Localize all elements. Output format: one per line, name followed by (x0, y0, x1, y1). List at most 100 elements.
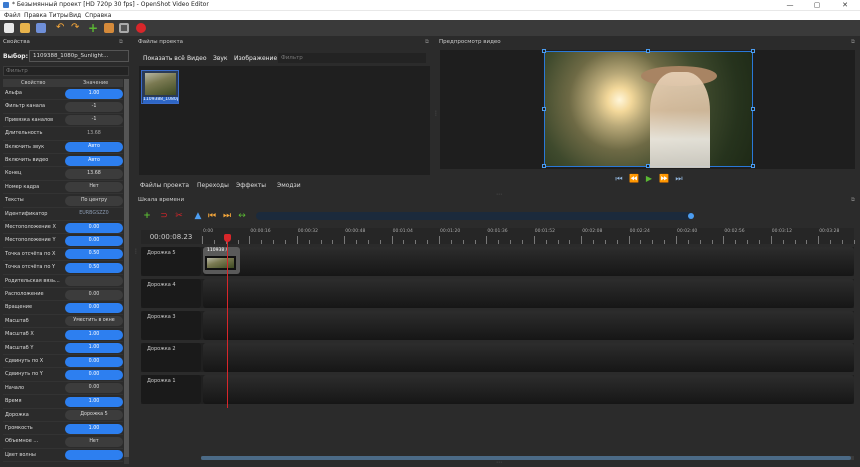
menu-file[interactable]: Файл (4, 12, 21, 20)
property-value[interactable]: 0.00 (65, 235, 123, 246)
track-3[interactable]: Дорожка 3 (141, 311, 854, 340)
track-lane[interactable] (203, 279, 854, 308)
property-row[interactable]: Громкость 1.00 (3, 422, 123, 436)
property-value[interactable]: 1.00 (65, 343, 123, 354)
property-row[interactable]: Длительность 13.68 (3, 127, 123, 141)
property-value[interactable] (65, 276, 123, 287)
property-value[interactable]: 1.00 (65, 329, 123, 340)
splitter-handle[interactable]: ⋯ (496, 191, 502, 198)
files-undock-icon[interactable]: ⧉ (425, 38, 429, 47)
property-value[interactable]: Уместить в окне (65, 316, 123, 327)
timeline-clip[interactable]: 110938 / (203, 247, 240, 274)
transform-handle-bl[interactable] (542, 164, 546, 168)
track-header[interactable]: Дорожка 5 (141, 247, 201, 276)
property-row[interactable]: Местоположение Y 0.00 (3, 234, 123, 248)
play-button[interactable]: ▶ (644, 175, 654, 183)
snapping-icon[interactable]: ⊃ (159, 211, 169, 221)
redo-icon[interactable]: ↷ (71, 23, 81, 33)
splitter-handle[interactable]: ⋯ (496, 459, 502, 466)
previous-marker-icon[interactable]: ⏮ (207, 211, 217, 221)
property-row[interactable]: Идентификатор EURBGSZZ0 (3, 208, 123, 221)
property-row[interactable]: Включить звук Авто (3, 141, 123, 154)
track-header[interactable]: Дорожка 4 (141, 279, 201, 308)
property-row[interactable]: Масштаб Y 1.00 (3, 342, 123, 355)
track-2[interactable]: Дорожка 2 (141, 343, 854, 372)
property-row[interactable]: Расположение 0.00 (3, 288, 123, 302)
timeline-zoom-slider[interactable] (256, 212, 694, 220)
property-value[interactable]: 0.00 (65, 356, 123, 367)
track-header[interactable]: Дорожка 1 (141, 375, 201, 404)
property-row[interactable]: Местоположение X 0.00 (3, 221, 123, 235)
playhead-line[interactable] (227, 236, 228, 408)
profile-icon[interactable] (104, 23, 114, 33)
property-value[interactable]: 0.00 (65, 369, 123, 380)
property-row[interactable]: Масштаб X 1.00 (3, 328, 123, 342)
undo-icon[interactable]: ↶ (56, 23, 66, 33)
files-filter-input[interactable]: Фильтр (278, 53, 426, 63)
add-track-icon[interactable]: + (142, 211, 152, 221)
rewind-button[interactable]: ⏪ (629, 175, 639, 183)
properties-undock-icon[interactable]: ⧉ (119, 38, 123, 47)
property-row[interactable]: Сдвинуть по X 0.00 (3, 355, 123, 369)
property-value[interactable]: -1 (65, 115, 123, 126)
property-value[interactable]: 1.00 (65, 88, 123, 99)
tab-emoji[interactable]: Эмодзи (277, 182, 301, 189)
property-value[interactable]: 0.00 (65, 222, 123, 233)
selection-dropdown[interactable]: 1109388_1080p_Sunlight... (29, 50, 129, 62)
property-value[interactable] (65, 450, 123, 461)
property-value[interactable]: 0.00 (65, 383, 123, 394)
transform-handle-b[interactable] (646, 164, 650, 168)
tab-show-all[interactable]: Показать всё (143, 55, 185, 62)
transform-handle-l[interactable] (542, 107, 546, 111)
menu-help[interactable]: Справка (85, 12, 111, 20)
minimize-button[interactable]: — (780, 0, 800, 10)
property-row[interactable]: Конец 13.68 (3, 167, 123, 181)
tab-transitions[interactable]: Переходы (197, 182, 229, 189)
track-1[interactable]: Дорожка 1 (141, 375, 854, 404)
property-value[interactable]: 0.50 (65, 262, 123, 273)
property-row[interactable]: Дорожка Дорожка 5 (3, 409, 123, 422)
property-value[interactable]: По центру (65, 195, 123, 206)
track-4[interactable]: Дорожка 4 (141, 279, 854, 308)
new-project-icon[interactable] (4, 23, 14, 33)
tab-image[interactable]: Изображение (234, 55, 277, 62)
jump-start-button[interactable]: ⏮ (614, 175, 624, 183)
timeline-undock-icon[interactable]: ⧉ (851, 196, 855, 205)
property-value[interactable]: Дорожка 5 (65, 410, 123, 421)
import-files-icon[interactable]: + (88, 22, 98, 34)
timeline-scroll-thumb[interactable] (201, 456, 851, 460)
property-value[interactable]: 13.68 (65, 129, 123, 139)
transform-handle-br[interactable] (751, 164, 755, 168)
video-frame[interactable] (544, 51, 753, 168)
track-lane[interactable] (203, 343, 854, 372)
fullscreen-icon[interactable] (119, 23, 129, 33)
properties-filter-input[interactable]: Фильтр (3, 66, 129, 76)
tab-effects[interactable]: Эффекты (236, 182, 266, 189)
save-project-icon[interactable] (36, 23, 46, 33)
track-header[interactable]: Дорожка 3 (141, 311, 201, 340)
property-value[interactable]: -1 (65, 101, 123, 112)
property-row[interactable]: Цвет волны (3, 449, 123, 463)
export-video-icon[interactable] (136, 23, 146, 33)
timeline-ruler[interactable]: 0:00 00:00:16 00:00:32 00:00:48 00:01:04 00:0… (202, 228, 855, 244)
tab-video[interactable]: Видео (187, 55, 207, 62)
open-project-icon[interactable] (20, 23, 30, 33)
property-row[interactable]: Масштаб Уместить в окне (3, 315, 123, 329)
track-lane[interactable] (203, 311, 854, 340)
track-lane[interactable] (203, 375, 854, 404)
jump-end-button[interactable]: ⏭ (674, 175, 684, 183)
splitter-handle[interactable]: ⋮ (133, 248, 139, 255)
zoom-slider-knob[interactable] (688, 213, 694, 219)
property-value[interactable]: 1.00 (65, 423, 123, 434)
property-row[interactable]: Точка отсчёта по Y 0.50 (3, 261, 123, 275)
property-row[interactable]: Тексты По центру (3, 194, 123, 208)
property-value[interactable]: 13.68 (65, 168, 123, 179)
property-value[interactable]: 0.00 (65, 302, 123, 313)
property-row[interactable]: Начало 0.00 (3, 382, 123, 396)
property-value[interactable]: 1.00 (65, 396, 123, 407)
tab-audio[interactable]: Звук (213, 55, 228, 62)
track-lane[interactable] (203, 247, 854, 276)
property-value[interactable]: Авто (65, 155, 123, 166)
transform-handle-t[interactable] (646, 49, 650, 53)
property-row[interactable]: Сдвинуть по Y 0.00 (3, 368, 123, 382)
